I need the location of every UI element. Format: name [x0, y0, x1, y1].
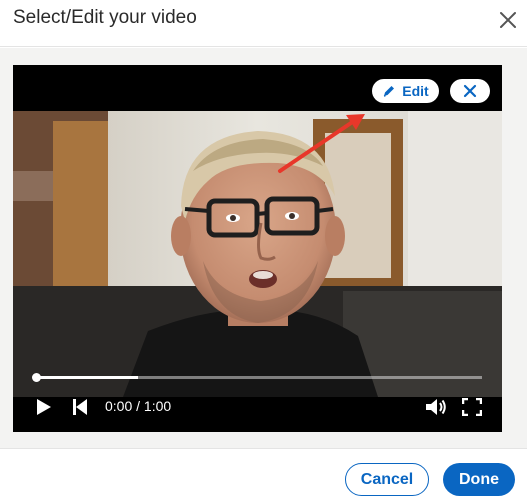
fullscreen-icon[interactable] [461, 397, 483, 421]
dialog-footer: Cancel Done [0, 448, 527, 501]
progress-track[interactable] [35, 376, 482, 379]
play-icon[interactable] [36, 398, 52, 421]
dialog-title: Select/Edit your video [13, 7, 197, 28]
volume-icon[interactable] [425, 398, 447, 421]
skip-back-icon[interactable] [72, 398, 88, 421]
buffered-bar [35, 376, 138, 379]
video-player[interactable]: Edit 0:00 / 1:00 [13, 65, 502, 432]
annotation-arrow [278, 114, 365, 173]
cancel-button[interactable]: Cancel [345, 463, 429, 496]
time-display: 0:00 / 1:00 [105, 398, 172, 414]
progress-scrubber[interactable] [32, 373, 41, 382]
close-icon[interactable] [498, 10, 518, 30]
done-button[interactable]: Done [443, 463, 515, 496]
dialog-header: Select/Edit your video [0, 0, 527, 47]
